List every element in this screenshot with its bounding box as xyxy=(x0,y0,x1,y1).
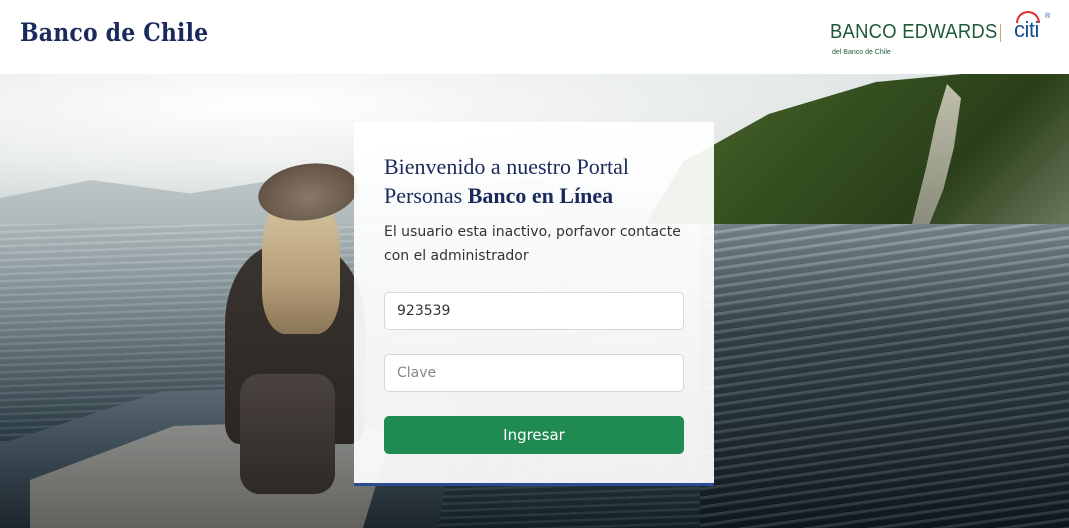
citi-wordmark: citi xyxy=(1014,17,1039,42)
login-title-line1: Bienvenido a nuestro Portal xyxy=(384,154,630,179)
banco-edwards-citi-logo[interactable]: BANCO EDWARDS citi ® del Banco de Chile xyxy=(830,11,1052,59)
banco-edwards-wordmark: BANCO EDWARDS xyxy=(830,21,998,43)
banco-edwards-tagline: del Banco de Chile xyxy=(832,49,891,56)
hero-water-right xyxy=(700,224,1069,528)
logo-separator xyxy=(1000,24,1001,42)
login-title-bold: Banco en Línea xyxy=(467,183,614,208)
site-header: Banco de Chile BANCO EDWARDS citi ® del … xyxy=(0,0,1069,74)
ingresar-button[interactable]: Ingresar xyxy=(384,416,684,454)
login-title: Bienvenido a nuestro Portal Personas Ban… xyxy=(384,152,684,210)
password-input[interactable] xyxy=(384,354,684,392)
username-input[interactable] xyxy=(384,292,684,330)
registered-mark: ® xyxy=(1045,13,1051,20)
inactive-user-message: El usuario esta inactivo, porfavor conta… xyxy=(384,224,681,264)
hero-person-legs xyxy=(240,374,335,494)
login-card: Bienvenido a nuestro Portal Personas Ban… xyxy=(354,122,714,486)
login-title-prefix: Personas xyxy=(384,183,468,208)
banco-de-chile-logo[interactable]: Banco de Chile xyxy=(20,18,208,47)
